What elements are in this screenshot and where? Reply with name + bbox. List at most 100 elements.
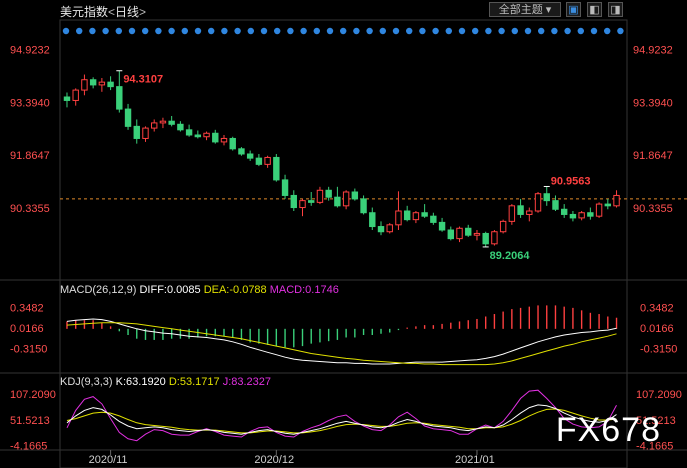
macd-dea-value: DEA:-0.0788 (203, 284, 267, 296)
event-dot (260, 27, 268, 35)
event-dot (551, 27, 558, 35)
candle-up (72, 89, 79, 101)
x-tick-label: 2020/11 (89, 454, 128, 466)
event-dot (76, 27, 83, 35)
price-y-tick-left: 91.8647 (10, 150, 50, 162)
event-dot (617, 27, 624, 35)
candle-up (456, 227, 463, 240)
candle-up (578, 212, 585, 219)
candle-down (421, 212, 428, 217)
candle-down (290, 194, 297, 209)
candle-up (613, 194, 620, 207)
candle-up (142, 127, 149, 139)
candle-up (81, 79, 88, 91)
event-dot (379, 27, 386, 35)
kdj-legend: KDJ(9,3,3) K:63.1920 D:53.1717 J:83.2327 (60, 376, 271, 388)
theme-select-button[interactable]: 全部主题 ▾ (489, 2, 561, 17)
candle-down (587, 212, 594, 217)
event-dot (168, 27, 175, 35)
chart-title: 美元指数<日线> (60, 3, 146, 20)
candle-down (212, 132, 219, 143)
candle-down (403, 210, 411, 221)
candle-down (238, 148, 245, 155)
macd-y-tick-right: 0.0166 (640, 323, 674, 335)
candle-down (430, 215, 437, 223)
event-dot (287, 27, 294, 35)
chart-grid (0, 19, 687, 468)
candle-down (369, 212, 376, 228)
candle-down (351, 191, 359, 200)
event-dot (524, 27, 532, 35)
candle-down (255, 157, 263, 165)
candle-down (569, 213, 577, 219)
event-dot (498, 27, 505, 35)
event-dot (102, 27, 109, 35)
candle-down (438, 221, 446, 231)
macd-y-tick-left: -0.3150 (10, 343, 47, 355)
candle-up (473, 232, 481, 236)
macd-y-tick-left: 0.3482 (10, 302, 44, 314)
event-dot (419, 27, 426, 35)
candle-down (273, 156, 280, 181)
candle-up (264, 156, 271, 165)
kdj-k-value: K:63.1920 (115, 376, 166, 388)
candle-down (116, 86, 123, 110)
event-dot (564, 27, 571, 35)
candle-down (133, 125, 140, 139)
candle-up (98, 81, 106, 86)
macd-legend: MACD(26,12,9) DIFF:0.0085 DEA:-0.0788 MA… (60, 284, 339, 296)
candle-up (203, 132, 210, 138)
candle-up (316, 189, 324, 203)
event-dot (353, 27, 360, 35)
candle-down (124, 108, 132, 127)
candle-down (543, 193, 550, 202)
x-tick-label: 2021/01 (455, 454, 495, 466)
extreme-label: 89.2064 (490, 250, 531, 262)
candle-down (246, 153, 254, 159)
event-dot (472, 27, 479, 35)
event-dot (432, 27, 439, 35)
macd-diff-value: DIFF:0.0085 (139, 284, 201, 296)
fx678-watermark: FX678 (555, 411, 661, 449)
candle-down (552, 200, 559, 210)
candle-down (185, 129, 193, 136)
layout-left-icon[interactable]: ◧ (587, 2, 602, 17)
instrument-name: 美元指数 (60, 5, 109, 19)
candle-up (491, 231, 498, 245)
kdj-j-line (66, 389, 617, 442)
kdj-y-tick-left: 51.5213 (10, 415, 50, 427)
candle-down (377, 226, 385, 233)
macd-pane (66, 305, 618, 366)
kdj-y-tick-left: 107.2090 (10, 389, 56, 401)
event-dot (128, 27, 136, 35)
kdj-pane (66, 389, 617, 442)
candle-up (508, 205, 516, 222)
event-dot (590, 27, 598, 35)
candle-down (194, 134, 202, 138)
price-y-tick-left: 90.3355 (10, 203, 50, 215)
kdj-params-label: KDJ(9,3,3) (60, 376, 113, 388)
candle-up (412, 212, 420, 221)
candle-down (447, 229, 454, 240)
event-dot (340, 27, 347, 35)
candle-down (89, 79, 97, 86)
extreme-label: 90.9563 (551, 175, 591, 187)
candle-down (360, 198, 367, 214)
candle-up (386, 224, 393, 233)
price-y-tick-right: 93.3940 (633, 97, 673, 109)
candle-up (151, 122, 158, 129)
candle-up (534, 193, 542, 212)
price-y-tick-right: 90.3355 (633, 203, 673, 215)
period-close-bracket: > (139, 5, 147, 19)
layout-right-icon[interactable]: ◨ (608, 2, 623, 17)
period-selector[interactable]: 日线 (115, 5, 139, 19)
event-dot (194, 27, 202, 35)
event-dot (604, 27, 611, 35)
kdj-k-line (66, 404, 617, 435)
kdj-j-value: J:83.2327 (222, 376, 272, 388)
macd-y-tick-right: -0.3150 (640, 343, 677, 355)
event-dot (62, 27, 70, 35)
event-dot (313, 27, 320, 35)
candle-down (308, 200, 315, 203)
layout-grid-icon[interactable]: ▣ (566, 2, 581, 17)
